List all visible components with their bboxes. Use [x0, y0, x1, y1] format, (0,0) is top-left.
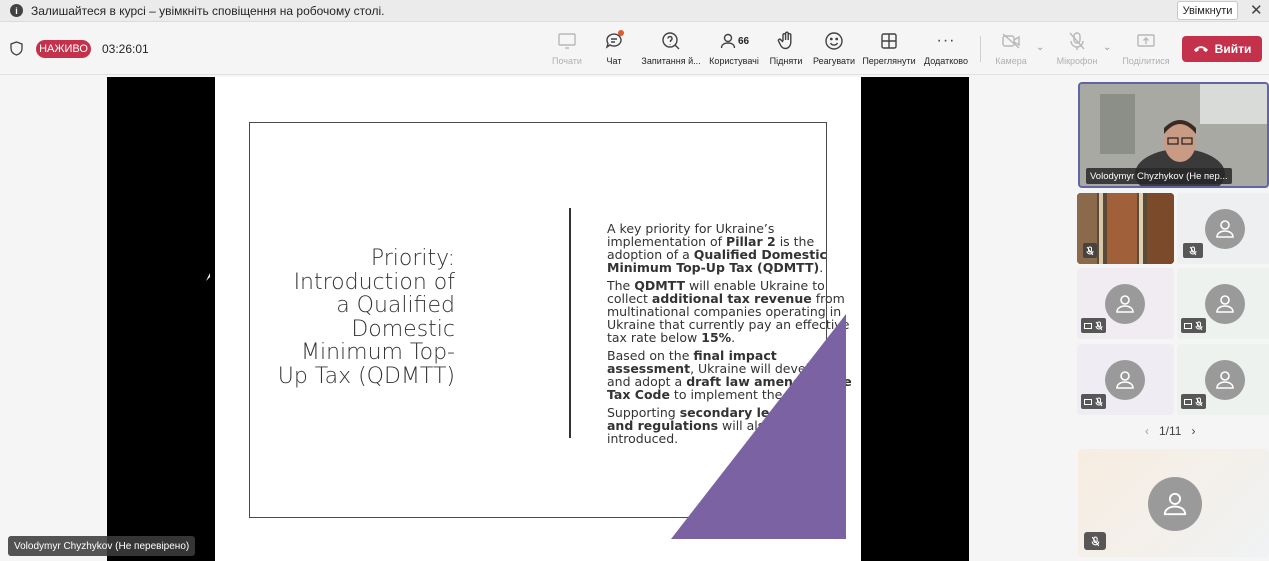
- hand-icon: [777, 31, 792, 50]
- qa-button[interactable]: Запитання й...: [641, 30, 701, 70]
- camera-options-chevron-icon[interactable]: ⌄: [1036, 42, 1044, 53]
- avatar: [1205, 284, 1245, 324]
- status-chip: [1181, 318, 1206, 333]
- person-icon: [1116, 371, 1134, 389]
- slide-accent-triangle: [671, 314, 846, 539]
- avatar: [1205, 360, 1245, 400]
- view-button[interactable]: Переглянути: [859, 30, 919, 70]
- react-button[interactable]: Реагувати: [804, 30, 864, 70]
- presentation-stage: Priority: Introduction of a Qualified Do…: [107, 77, 969, 561]
- participant-video-main[interactable]: Volodymyr Chyzhykov (Не пер...: [1078, 82, 1269, 188]
- participant-tile-self[interactable]: [1078, 449, 1269, 557]
- camera-off-icon: [1002, 33, 1020, 49]
- notification-message: Залишайтеся в курсі – увімкніть сповіщен…: [31, 3, 385, 18]
- participant-tile[interactable]: [1177, 268, 1269, 339]
- mic-off-icon: [1091, 536, 1099, 546]
- meeting-toolbar: НАЖИВО 03:26:01 Почати Чат Запитання й..…: [0, 22, 1269, 75]
- presenter-label: Volodymyr Chyzhykov (Не перевірено): [8, 536, 196, 556]
- page-indicator: 1/11: [1159, 424, 1182, 438]
- participant-tile[interactable]: [1177, 193, 1269, 264]
- share-screen-button[interactable]: Поділитися: [1116, 30, 1176, 70]
- slide-paragraph: A key priority for Ukraine’s implementat…: [607, 221, 827, 275]
- avatar: [1148, 477, 1202, 531]
- pointer-icon: [206, 273, 210, 281]
- avatar: [1105, 284, 1145, 324]
- camera-button[interactable]: Камера: [981, 30, 1041, 70]
- unread-dot: [618, 30, 624, 36]
- chevron-right-icon[interactable]: ›: [1191, 424, 1195, 438]
- mic-status: [1183, 243, 1203, 258]
- mic-off-icon: [1195, 397, 1203, 406]
- mic-off-icon: [1069, 32, 1085, 50]
- camera-off-icon: [1184, 398, 1192, 405]
- slide-divider: [569, 208, 571, 438]
- mic-status: [1083, 243, 1097, 258]
- participant-tile[interactable]: [1077, 344, 1174, 415]
- qa-icon: [662, 32, 680, 50]
- status-chip: [1181, 394, 1206, 409]
- grid-view-icon: [881, 33, 897, 49]
- camera-off-icon: [1084, 398, 1092, 405]
- chat-button[interactable]: Чат: [584, 30, 644, 70]
- person-icon: [1216, 371, 1234, 389]
- phone-hangup-icon: [1193, 46, 1208, 52]
- mic-off-icon: [1195, 321, 1203, 330]
- meeting-timer: 03:26:01: [102, 42, 149, 56]
- info-icon: i: [10, 4, 23, 17]
- mic-off-icon: [1189, 246, 1197, 255]
- mic-options-chevron-icon[interactable]: ⌄: [1103, 42, 1111, 53]
- status-chip: [1081, 394, 1106, 409]
- person-icon: [1216, 295, 1234, 313]
- people-icon: [720, 33, 736, 49]
- participant-tile[interactable]: [1177, 344, 1269, 415]
- enable-notifications-button[interactable]: Увімкнути: [1177, 1, 1238, 20]
- person-icon: [1216, 220, 1234, 238]
- participant-name: Volodymyr Chyzhykov (Не пер...: [1086, 168, 1232, 184]
- present-icon: [558, 33, 576, 49]
- camera-off-icon: [1184, 322, 1192, 329]
- live-badge: НАЖИВО: [36, 40, 91, 58]
- shared-slide: Priority: Introduction of a Qualified Do…: [215, 77, 861, 561]
- mic-status: [1084, 532, 1106, 550]
- avatar: [1105, 360, 1145, 400]
- person-icon: [1116, 295, 1134, 313]
- participant-tile[interactable]: [1077, 268, 1174, 339]
- mic-off-icon: [1095, 321, 1103, 330]
- avatar: [1205, 209, 1245, 249]
- participant-pager: ‹ 1/11 ›: [1145, 424, 1195, 438]
- more-icon: ···: [936, 32, 956, 49]
- chevron-left-icon[interactable]: ‹: [1145, 424, 1149, 438]
- person-icon: [1163, 492, 1187, 516]
- more-button[interactable]: ··· Додатково: [916, 30, 976, 70]
- camera-off-icon: [1084, 322, 1092, 329]
- status-chip: [1081, 318, 1106, 333]
- shield-icon: [10, 41, 23, 56]
- mic-off-icon: [1086, 246, 1094, 255]
- slide-title: Priority: Introduction of a Qualified Do…: [277, 246, 455, 389]
- notification-bar: i Залишайтеся в курсі – увімкніть сповіщ…: [0, 0, 1269, 22]
- participant-tile[interactable]: [1077, 193, 1174, 264]
- emoji-icon: [825, 32, 843, 50]
- microphone-button[interactable]: Мікрофон: [1047, 30, 1107, 70]
- people-button[interactable]: 66 Користувачі: [705, 30, 763, 70]
- leave-button[interactable]: Вийти: [1182, 36, 1262, 62]
- share-screen-icon: [1137, 34, 1155, 47]
- mic-off-icon: [1095, 397, 1103, 406]
- close-icon[interactable]: ✕: [1250, 1, 1263, 19]
